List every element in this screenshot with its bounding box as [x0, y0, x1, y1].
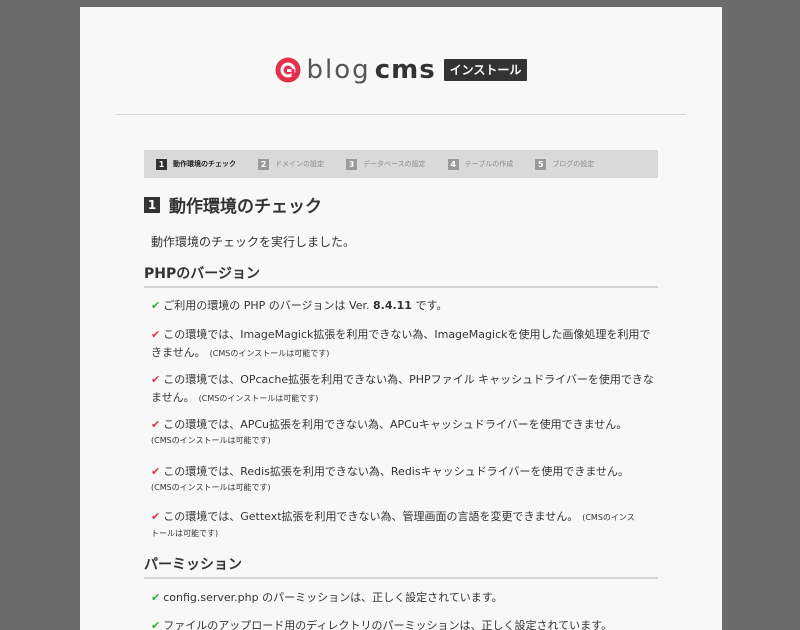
install-panel: blog cms インストール 1 動作環境のチェック 2 ドメインの設定 3 … — [80, 7, 722, 630]
check-item-gettext: ✔ この環境では、Gettext拡張を利用できない為、管理画面の言語を変更できませ… — [151, 508, 661, 541]
item-text: この環境では、ImageMagick拡張を利用できない為、ImageMagick… — [163, 328, 651, 341]
check-item-config-permission: ✔ config.server.php のパーミッションは、正しく設定されています… — [151, 589, 661, 607]
item-text: です。 — [411, 299, 448, 312]
step-2: 2 ドメインの設定 — [258, 158, 324, 170]
check-ok-icon: ✔ — [151, 299, 161, 312]
item-text: この環境では、Redis拡張を利用できない為、Redisキャッシュドライバーを使… — [163, 465, 630, 478]
check-ng-icon: ✔ — [151, 373, 161, 386]
logo: blog cms インストール — [80, 53, 722, 87]
check-item-redis: ✔ この環境では、Redis拡張を利用できない為、Redisキャッシュドライバーを… — [151, 463, 661, 495]
step-label: 動作環境のチェック — [173, 160, 236, 168]
item-text: きません。 — [151, 346, 206, 359]
step-label: ドメインの設定 — [275, 160, 324, 168]
step-label: データベースの設定 — [363, 160, 426, 168]
check-ok-icon: ✔ — [151, 591, 161, 604]
item-text: ご利用の環境の PHP のバージョンは Ver. — [163, 299, 373, 312]
step-3: 3 データベースの設定 — [346, 158, 426, 170]
page-title: 動作環境のチェック — [169, 197, 322, 217]
php-version-value: 8.4.11 — [372, 299, 412, 312]
install-note: (CMSのインストールは可能です) — [151, 436, 271, 445]
install-note: (CMSのインストールは可能です) — [151, 483, 271, 492]
section-heading: 1 動作環境のチェック — [144, 192, 322, 217]
check-ng-icon: ✔ — [151, 328, 161, 341]
check-item-opcache: ✔ この環境では、OPcache拡張を利用できない為、PHPファイル キャッシュド… — [151, 371, 661, 408]
item-text: この環境では、Gettext拡張を利用できない為、管理画面の言語を変更できません… — [163, 510, 579, 523]
item-text: ファイルのアップロード用のディレクトリのパーミッションは、正しく設定されています… — [163, 619, 613, 630]
check-ng-icon: ✔ — [151, 418, 161, 431]
logo-cms-text: cms — [374, 55, 436, 85]
check-item-apcu: ✔ この環境では、APCu拡張を利用できない為、APCuキャッシュドライバーを使用… — [151, 416, 661, 448]
section-number: 1 — [144, 196, 160, 213]
check-item-upload-permission: ✔ ファイルのアップロード用のディレクトリのパーミッションは、正しく設定されていま… — [151, 617, 661, 630]
step-4: 4 テーブルの作成 — [447, 158, 514, 170]
php-version-heading: PHPのバージョン — [144, 263, 658, 288]
install-note: (CMSのインストールは可能です) — [198, 394, 319, 403]
install-badge: インストール — [443, 59, 528, 81]
step-5: 5 ブログの設定 — [535, 158, 595, 170]
logo-blog-text: blog — [306, 55, 371, 85]
permission-heading: パーミッション — [144, 554, 658, 579]
item-text: この環境では、APCu拡張を利用できない為、APCuキャッシュドライバーを使用で… — [163, 418, 628, 431]
step-label: ブログの設定 — [552, 160, 595, 168]
check-ng-icon: ✔ — [151, 510, 161, 523]
check-item-imagemagick: ✔ この環境では、ImageMagick拡張を利用できない為、ImageMagic… — [151, 326, 661, 363]
item-text: ません。 — [151, 391, 195, 404]
step-1: 1 動作環境のチェック — [156, 158, 236, 170]
install-note: (CMSのインストールは可能です) — [209, 349, 330, 358]
logo-mark-icon — [275, 57, 301, 83]
check-ng-icon: ✔ — [151, 465, 161, 478]
step-number: 1 — [156, 158, 167, 170]
item-text: config.server.php のパーミッションは、正しく設定されています。 — [163, 591, 503, 604]
step-number: 3 — [346, 158, 357, 170]
step-label: テーブルの作成 — [464, 160, 514, 168]
install-note: (CMSのインス — [582, 513, 635, 522]
check-item-php-version: ✔ ご利用の環境の PHP のバージョンは Ver. 8.4.11 です。 — [151, 297, 661, 315]
step-number: 2 — [258, 158, 269, 170]
install-note: トールは可能です) — [151, 529, 219, 538]
check-ok-icon: ✔ — [151, 619, 161, 630]
step-number: 5 — [535, 158, 547, 170]
header-divider — [116, 114, 686, 115]
step-indicator: 1 動作環境のチェック 2 ドメインの設定 3 データベースの設定 4 テーブル… — [144, 150, 658, 178]
item-text: この環境では、OPcache拡張を利用できない為、PHPファイル キャッシュドラ… — [163, 373, 654, 386]
step-number: 4 — [447, 158, 459, 170]
intro-text: 動作環境のチェックを実行しました。 — [151, 235, 356, 249]
